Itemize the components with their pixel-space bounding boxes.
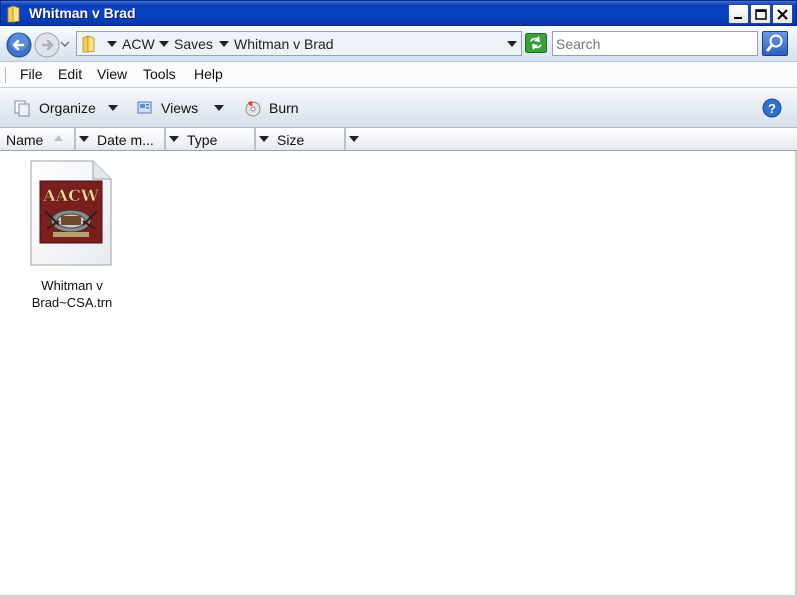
- file-thumbnail-icon: AACW: [30, 160, 112, 266]
- column-size[interactable]: Size: [271, 128, 345, 150]
- column-type-label: Type: [187, 132, 218, 148]
- maximize-button[interactable]: [750, 4, 771, 24]
- chevron-down-icon: [349, 136, 359, 142]
- chevron-down-icon: [259, 136, 269, 142]
- menu-edit[interactable]: Edit: [58, 66, 82, 82]
- file-list-area[interactable]: AACW Whitman v Brad~CSA.trn: [0, 151, 797, 595]
- thumbnail-logo-text: AACW: [42, 186, 100, 205]
- column-date-filter[interactable]: [165, 128, 181, 150]
- close-icon: [777, 8, 788, 20]
- help-icon[interactable]: ?: [762, 98, 782, 118]
- column-size-label: Size: [277, 132, 305, 148]
- close-button[interactable]: [772, 4, 793, 24]
- file-name-label: Whitman v Brad~CSA.trn: [20, 277, 124, 311]
- column-date-modified[interactable]: Date m...: [91, 128, 165, 150]
- menu-grip: [5, 67, 7, 83]
- crumb-chevron-icon[interactable]: [159, 41, 169, 48]
- chevron-down-icon: [169, 136, 179, 142]
- chevron-down-icon: [79, 136, 89, 142]
- column-date-label: Date m...: [97, 132, 154, 148]
- navigation-bar: ACW Saves Whitman v Brad: [0, 26, 797, 62]
- column-name-label: Name: [6, 132, 44, 148]
- address-history-dropdown[interactable]: [507, 41, 517, 48]
- file-name-line-1: Whitman v: [41, 278, 103, 293]
- views-label: Views: [161, 100, 199, 116]
- folder-icon: [82, 35, 95, 53]
- burn-disc-icon: [245, 101, 261, 117]
- address-box[interactable]: ACW Saves Whitman v Brad: [76, 31, 522, 56]
- file-item[interactable]: AACW Whitman v Brad~CSA.trn: [20, 159, 124, 319]
- refresh-button[interactable]: [525, 33, 547, 53]
- crumb-chevron-icon[interactable]: [107, 41, 117, 48]
- column-type-filter[interactable]: [255, 128, 271, 150]
- title-bar[interactable]: Whitman v Brad: [0, 0, 797, 26]
- column-header-bar: Name Date m... Type Size: [0, 128, 797, 151]
- crumb-saves[interactable]: Saves: [174, 36, 213, 52]
- menu-bar: File Edit View Tools Help: [0, 62, 797, 88]
- menu-file[interactable]: File: [20, 66, 43, 82]
- views-button[interactable]: Views: [136, 98, 225, 118]
- organize-button[interactable]: Organize: [14, 98, 118, 118]
- organize-icon: [14, 100, 30, 117]
- sort-ascending-icon: [54, 135, 63, 141]
- crumb-current-folder[interactable]: Whitman v Brad: [234, 36, 334, 52]
- search-icon: [766, 34, 783, 52]
- column-name-filter[interactable]: [75, 128, 91, 150]
- menu-view[interactable]: View: [97, 66, 127, 82]
- minimize-icon: [734, 16, 742, 19]
- search-box[interactable]: [552, 31, 758, 56]
- forward-button[interactable]: [34, 32, 60, 58]
- folder-icon: [7, 5, 20, 23]
- menu-tools[interactable]: Tools: [143, 66, 176, 82]
- column-name[interactable]: Name: [0, 128, 75, 150]
- chevron-down-icon: [214, 104, 225, 111]
- window-title: Whitman v Brad: [29, 5, 136, 21]
- svg-text:?: ?: [768, 101, 776, 116]
- search-input[interactable]: [556, 35, 754, 53]
- burn-label: Burn: [269, 100, 299, 116]
- recent-pages-dropdown[interactable]: [60, 40, 70, 48]
- column-type[interactable]: Type: [181, 128, 255, 150]
- chevron-down-icon: [107, 104, 118, 111]
- menu-help[interactable]: Help: [194, 66, 223, 82]
- back-button[interactable]: [6, 32, 32, 58]
- minimize-button[interactable]: [728, 4, 749, 24]
- maximize-icon: [754, 8, 767, 20]
- search-button[interactable]: [762, 31, 788, 56]
- crumb-chevron-icon[interactable]: [219, 41, 229, 48]
- burn-button[interactable]: Burn: [244, 98, 299, 118]
- file-name-line-2: Brad~CSA.trn: [31, 295, 113, 310]
- crumb-acw[interactable]: ACW: [122, 36, 155, 52]
- command-bar: Organize Views Burn ?: [0, 88, 797, 128]
- organize-label: Organize: [39, 100, 96, 116]
- views-icon: [137, 101, 152, 114]
- column-size-filter[interactable]: [345, 128, 361, 150]
